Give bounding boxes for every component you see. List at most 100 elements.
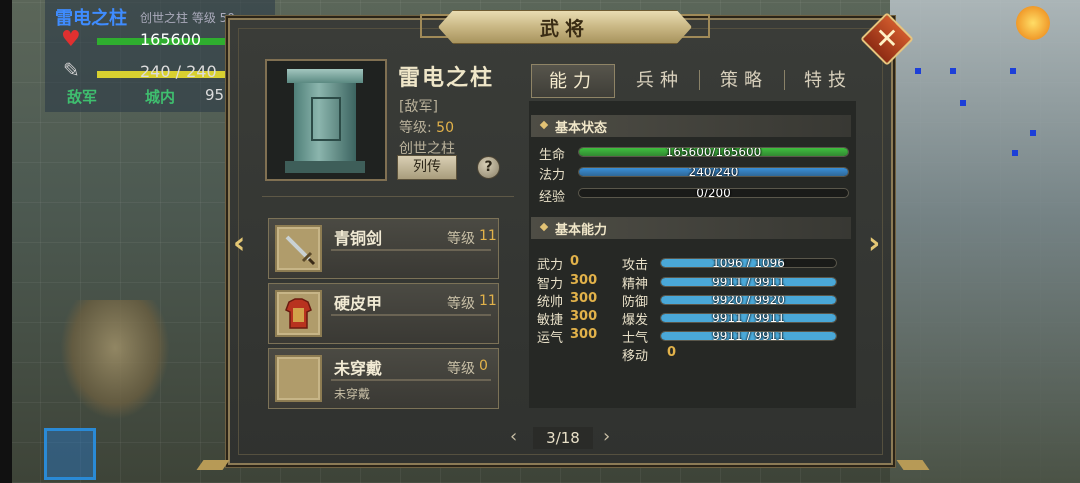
basic-status-header: 基本状态: [531, 115, 851, 137]
hud-enemy-tag: 敌军: [67, 88, 98, 106]
tab-strategy[interactable]: 策略: [706, 64, 782, 98]
equipment-name: 未穿戴: [334, 359, 383, 378]
hud-mp: 240 / 240: [140, 62, 217, 81]
attr-label-morale: 士气: [622, 331, 649, 346]
divider: [262, 196, 514, 197]
stat-label-mp: 法力: [539, 168, 566, 183]
leather-armor-icon: [275, 290, 322, 337]
hero-faction: [敌军]: [399, 99, 438, 115]
attr-value-intellect: 300: [570, 273, 598, 288]
attr-label-defense: 防御: [622, 295, 649, 310]
attr-label-intellect: 智力: [537, 277, 564, 292]
burst-bar-text: 9911 / 9911: [712, 313, 785, 323]
stat-label-exp: 经验: [539, 190, 566, 205]
empty-slot-icon: [275, 355, 322, 402]
help-button[interactable]: ?: [477, 156, 500, 179]
attr-label-burst: 爆发: [622, 313, 649, 328]
attack-bar: 1096 / 1096: [660, 258, 837, 268]
attr-value-agility: 300: [570, 309, 598, 324]
hp-bar: 165600/165600: [578, 147, 849, 157]
hp-bar-text: 165600/165600: [665, 147, 762, 157]
attr-label-spirit: 精神: [622, 277, 649, 292]
tab-skill[interactable]: 特技: [790, 64, 866, 98]
equipment-level-label: 等级: [447, 231, 475, 247]
dialog-title-plate: 武将: [438, 10, 692, 44]
equipment-sub: 未穿戴: [334, 387, 371, 401]
defense-bar: 9920 / 9920: [660, 295, 837, 305]
basic-ability-title: 基本能力: [555, 223, 608, 238]
exp-bar: 0/200: [578, 188, 849, 198]
equipment-divider: [331, 249, 491, 251]
burst-bar: 9911 / 9911: [660, 313, 837, 323]
attr-label-attack: 攻击: [622, 258, 649, 273]
attr-value-force: 0: [570, 254, 580, 269]
unit-marker: [1030, 130, 1036, 136]
equipment-divider: [331, 379, 491, 381]
exp-bar-text: 0/200: [696, 188, 731, 198]
pagoda-scenery: [60, 300, 170, 420]
pillar-cap: [287, 69, 363, 83]
stat-label-hp: 生命: [539, 148, 566, 163]
equipment-slot-armor[interactable]: 硬皮甲 等级 11: [268, 283, 499, 344]
attr-value-luck: 300: [570, 327, 598, 342]
mp-bar: 240/240: [578, 167, 849, 177]
hero-portrait: [265, 59, 387, 181]
unit-marker: [915, 68, 921, 74]
equipment-slot-weapon[interactable]: 青铜剑 等级 11: [268, 218, 499, 279]
attr-label-command: 统帅: [537, 295, 564, 310]
dialog-title: 武将: [539, 17, 590, 40]
defense-bar-text: 9920 / 9920: [712, 295, 785, 305]
pager-text: 3/18: [533, 427, 593, 449]
mp-bar-text: 240/240: [688, 167, 739, 177]
diamond-icon: [539, 222, 549, 232]
hud-unit-sub: 创世之柱 等级 50: [140, 11, 235, 25]
armor-graphic: [285, 298, 312, 329]
equipment-name: 青铜剑: [334, 229, 383, 248]
diamond-icon: [539, 120, 549, 130]
tab-separator: [699, 70, 700, 90]
spirit-bar: 9911 / 9911: [660, 277, 837, 287]
unit-marker: [1010, 68, 1016, 74]
basic-status-title: 基本状态: [555, 121, 608, 136]
spirit-bar-text: 9911 / 9911: [712, 277, 785, 287]
screen-edge: [0, 0, 12, 483]
unit-marker: [960, 100, 966, 106]
minimap-selection[interactable]: [44, 428, 96, 480]
pager-prev-arrow[interactable]: ‹: [510, 426, 517, 447]
hud-hp: 165600: [140, 30, 202, 49]
hud-city-tag: 城内: [145, 88, 176, 106]
attr-value-command: 300: [570, 291, 598, 306]
attr-label-luck: 运气: [537, 331, 564, 346]
equipment-level-value: 11: [479, 228, 497, 244]
biography-button[interactable]: 列传: [397, 155, 457, 180]
attr-label-agility: 敏捷: [537, 313, 564, 328]
pillar-base: [285, 161, 365, 173]
hero-level-label: 等级:: [399, 120, 432, 136]
pillar-rune: [311, 97, 341, 141]
pager-next-arrow[interactable]: ›: [603, 426, 610, 447]
next-general-arrow[interactable]: ›: [868, 226, 880, 261]
unit-marker: [950, 68, 956, 74]
morale-bar: 9911 / 9911: [660, 331, 837, 341]
hud-number: 95: [205, 86, 225, 104]
attr-label-move: 移动: [622, 349, 649, 364]
hero-level-row: 等级: 50: [399, 117, 454, 137]
attr-value-move: 0: [667, 345, 677, 360]
equipment-level-value: 11: [479, 293, 497, 309]
unit-marker: [1012, 150, 1018, 156]
equipment-level-label: 等级: [447, 361, 475, 377]
equipment-name: 硬皮甲: [334, 294, 383, 313]
sun-icon: [1016, 6, 1050, 40]
hero-level-value: 50: [436, 120, 454, 136]
prev-general-arrow[interactable]: ‹: [233, 226, 245, 261]
close-icon[interactable]: ✕: [868, 20, 906, 58]
tab-ability[interactable]: 能力: [531, 64, 615, 98]
equipment-slot-accessory[interactable]: 未穿戴 等级 0 未穿戴: [268, 348, 499, 409]
equipment-level-value: 0: [479, 358, 488, 374]
attack-bar-text: 1096 / 1096: [712, 258, 785, 268]
attr-label-force: 武力: [537, 258, 564, 273]
equipment-level-label: 等级: [447, 296, 475, 312]
equipment-divider: [331, 314, 491, 316]
morale-bar-text: 9911 / 9911: [712, 331, 785, 341]
tab-troop[interactable]: 兵种: [622, 64, 698, 98]
